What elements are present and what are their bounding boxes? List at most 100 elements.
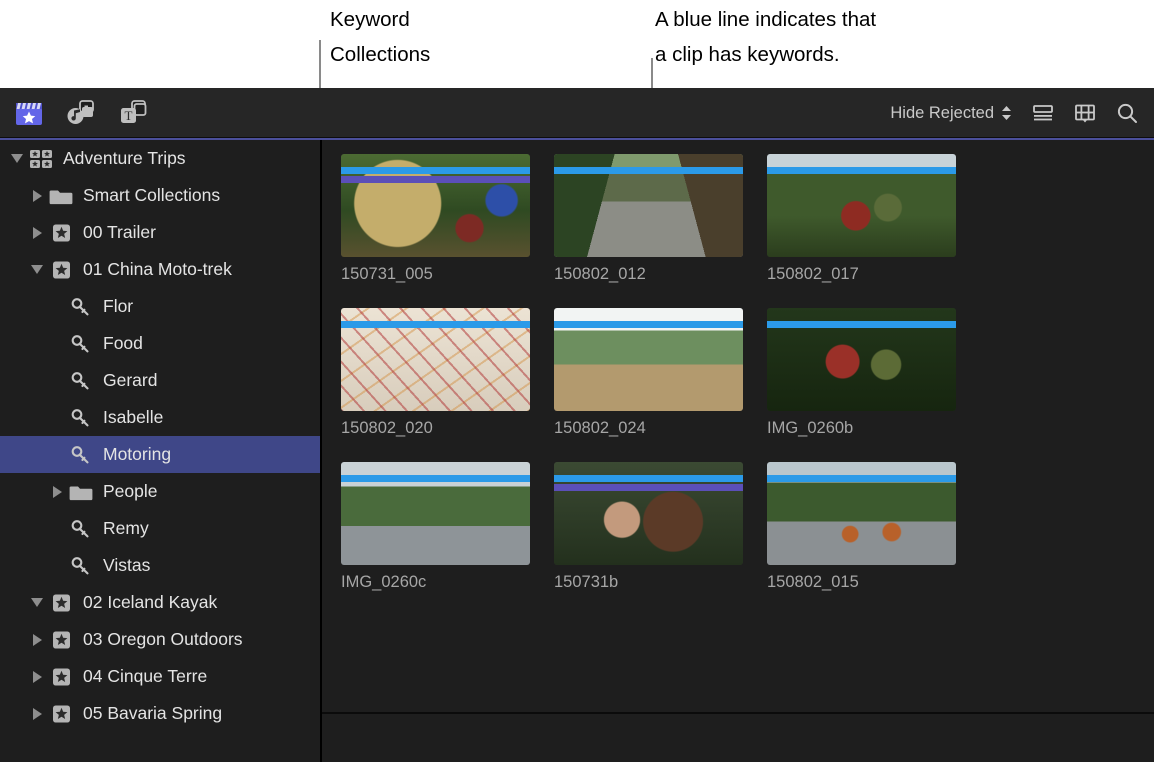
clip-name-label: IMG_0260b xyxy=(767,419,854,437)
sidebar-item-label: Remy xyxy=(103,518,149,538)
sidebar-item-adventure-trips[interactable]: Adventure Trips xyxy=(0,140,320,177)
final-cut-pro-browser-window: T Hide Rejected Adventure Trips Smart Co… xyxy=(0,88,1154,762)
svg-text:T: T xyxy=(125,108,133,123)
keyword-indicator-line xyxy=(341,475,530,482)
keyword-indicator-line xyxy=(341,167,530,174)
keyword-icon xyxy=(68,556,94,576)
sidebar-item-label: Food xyxy=(103,333,143,353)
sidebar-item-label: 05 Bavaria Spring xyxy=(83,703,223,723)
clip-name-label: 150802_024 xyxy=(554,419,646,437)
sidebar-item-flor[interactable]: Flor xyxy=(0,288,320,325)
sidebar-item-label: People xyxy=(103,481,158,501)
photos-audio-icon[interactable] xyxy=(66,99,96,127)
list-view-icon[interactable] xyxy=(1032,103,1054,123)
keyword-icon xyxy=(68,519,94,539)
clip-item[interactable]: 150802_017 xyxy=(767,154,956,284)
folder-icon xyxy=(68,482,94,502)
sidebar-item-label: Flor xyxy=(103,296,134,316)
sidebar-item-isabelle[interactable]: Isabelle xyxy=(0,399,320,436)
sidebar-item-label: 00 Trailer xyxy=(83,222,156,242)
clip-item[interactable]: 150731b xyxy=(554,462,743,592)
event-icon xyxy=(48,260,74,280)
titles-generators-icon[interactable]: T xyxy=(118,99,148,127)
chevron-right-icon[interactable] xyxy=(46,485,68,498)
sidebar-item-04-cinque-terre[interactable]: 04 Cinque Terre xyxy=(0,658,320,695)
keyword-indicator-line xyxy=(767,167,956,174)
keyword-indicator-line xyxy=(767,475,956,482)
sidebar-item-label: Smart Collections xyxy=(83,185,221,205)
sidebar-item-01-china-moto-trek[interactable]: 01 China Moto-trek xyxy=(0,251,320,288)
chevron-right-icon[interactable] xyxy=(26,226,48,239)
library-icon xyxy=(28,149,54,169)
browser-toolbar: T Hide Rejected xyxy=(0,88,1154,138)
search-icon[interactable] xyxy=(1116,102,1138,124)
chevron-right-icon[interactable] xyxy=(26,670,48,683)
sidebar-item-smart-collections[interactable]: Smart Collections xyxy=(0,177,320,214)
sidebar-item-02-iceland-kayak[interactable]: 02 Iceland Kayak xyxy=(0,584,320,621)
sidebar-item-label: Motoring xyxy=(103,444,172,464)
sidebar-item-00-trailer[interactable]: 00 Trailer xyxy=(0,214,320,251)
favorite-indicator-line xyxy=(554,484,743,491)
clip-thumbnail[interactable] xyxy=(554,462,743,565)
hide-rejected-filter-button[interactable]: Hide Rejected xyxy=(890,104,1012,123)
event-icon xyxy=(48,223,74,243)
event-icon xyxy=(48,593,74,613)
sidebar-item-03-oregon-outdoors[interactable]: 03 Oregon Outdoors xyxy=(0,621,320,658)
clip-item[interactable]: 150802_020 xyxy=(341,308,530,438)
hide-rejected-label: Hide Rejected xyxy=(890,103,994,122)
clip-name-label: 150802_020 xyxy=(341,419,433,437)
clip-thumbnail[interactable] xyxy=(341,154,530,257)
sidebar-item-food[interactable]: Food xyxy=(0,325,320,362)
sidebar-item-vistas[interactable]: Vistas xyxy=(0,547,320,584)
sidebar-item-label: Gerard xyxy=(103,370,158,390)
clip-thumbnail[interactable] xyxy=(341,308,530,411)
keyword-indicator-line xyxy=(341,321,530,328)
clip-thumbnail[interactable] xyxy=(767,154,956,257)
keyword-indicator-line xyxy=(554,475,743,482)
clip-grid: 150731_005 150802_012 150802_017 150802_020… xyxy=(341,154,956,592)
event-icon xyxy=(48,667,74,687)
event-icon xyxy=(48,630,74,650)
clip-item[interactable]: 150731_005 xyxy=(341,154,530,284)
sidebar-item-05-bavaria-spring[interactable]: 05 Bavaria Spring xyxy=(0,695,320,732)
sidebar-item-label: 03 Oregon Outdoors xyxy=(83,629,243,649)
keyword-indicator-line xyxy=(554,321,743,328)
clip-thumbnail[interactable] xyxy=(341,462,530,565)
clip-name-label: IMG_0260c xyxy=(341,573,427,591)
sidebar-item-motoring[interactable]: Motoring xyxy=(0,436,320,473)
clip-name-label: 150802_017 xyxy=(767,265,859,283)
chevron-right-icon[interactable] xyxy=(26,633,48,646)
keyword-icon xyxy=(68,334,94,354)
clip-item[interactable]: IMG_0260c xyxy=(341,462,530,592)
chevron-right-icon[interactable] xyxy=(26,189,48,202)
sidebar-item-label: 04 Cinque Terre xyxy=(83,666,208,686)
sidebar-item-label: 01 China Moto-trek xyxy=(83,259,232,279)
chevron-updown-icon[interactable] xyxy=(1001,105,1012,121)
clip-thumbnail[interactable] xyxy=(767,462,956,565)
chevron-down-icon[interactable] xyxy=(6,154,28,163)
sidebar-item-label: 02 Iceland Kayak xyxy=(83,592,218,612)
clip-item[interactable]: 150802_012 xyxy=(554,154,743,284)
sidebar-item-gerard[interactable]: Gerard xyxy=(0,362,320,399)
keyword-icon xyxy=(68,408,94,428)
browser-bottom-divider xyxy=(322,712,1154,714)
libraries-icon[interactable] xyxy=(14,99,44,127)
chevron-down-icon[interactable] xyxy=(26,598,48,607)
clip-browser[interactable]: 150731_005 150802_012 150802_017 150802_020… xyxy=(322,140,1154,762)
callout-keyword-collections: Keyword Collections xyxy=(330,8,431,66)
chevron-down-icon[interactable] xyxy=(26,265,48,274)
libraries-sidebar[interactable]: Adventure Trips Smart Collections 00 Trail… xyxy=(0,140,320,762)
keyword-icon xyxy=(68,297,94,317)
clip-thumbnail[interactable] xyxy=(554,308,743,411)
filmstrip-view-icon[interactable] xyxy=(1074,103,1096,123)
clip-item[interactable]: IMG_0260b xyxy=(767,308,956,438)
clip-item[interactable]: 150802_015 xyxy=(767,462,956,592)
clip-thumbnail[interactable] xyxy=(767,308,956,411)
chevron-right-icon[interactable] xyxy=(26,707,48,720)
keyword-icon xyxy=(68,445,94,465)
sidebar-item-label: Adventure Trips xyxy=(63,148,186,168)
clip-item[interactable]: 150802_024 xyxy=(554,308,743,438)
clip-thumbnail[interactable] xyxy=(554,154,743,257)
sidebar-item-people[interactable]: People xyxy=(0,473,320,510)
sidebar-item-remy[interactable]: Remy xyxy=(0,510,320,547)
